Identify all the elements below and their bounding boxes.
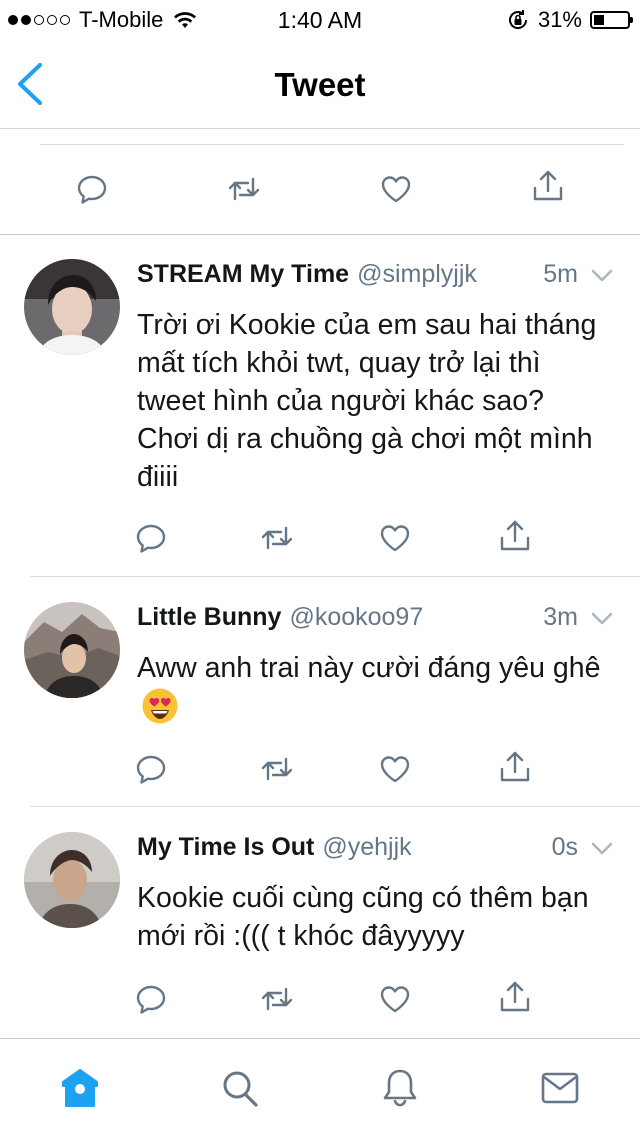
retweet-button[interactable] <box>260 752 294 786</box>
tab-search[interactable] <box>220 1067 260 1109</box>
avatar[interactable] <box>24 832 120 928</box>
heart-eyes-emoji <box>142 688 178 724</box>
rotation-lock-icon <box>508 10 527 29</box>
reply-tweet[interactable]: My Time Is Out @yehjjk 0s Kookie cuối cùn… <box>0 807 640 1037</box>
chevron-down-icon[interactable] <box>590 264 614 288</box>
timestamp: 0s <box>551 833 578 861</box>
retweet-button[interactable] <box>260 982 294 1016</box>
like-button[interactable] <box>378 521 412 555</box>
heart-icon <box>378 982 412 1016</box>
battery-tip <box>630 17 633 23</box>
status-bar: T-Mobile 1:40 AM 31% <box>0 0 640 40</box>
search-icon <box>223 1071 258 1107</box>
status-right: 31% <box>506 7 633 33</box>
notifications-icon <box>383 1069 417 1107</box>
retweet-icon <box>227 172 261 206</box>
avatar[interactable] <box>24 259 120 355</box>
tweet-header: Little Bunny @kookoo97 3m <box>137 603 614 637</box>
battery-icon <box>590 11 633 29</box>
timestamp: 5m <box>543 260 578 288</box>
share-icon <box>498 519 532 553</box>
retweet-icon <box>260 521 294 555</box>
main-tweet-actions <box>0 128 640 235</box>
tweet-text: Kookie cuối cùng cũng có thêm bạn mới rồ… <box>137 882 589 952</box>
display-name[interactable]: My Time Is Out <box>137 833 314 861</box>
tab-bar <box>0 1038 640 1137</box>
share-icon <box>498 750 532 784</box>
reply-tweet[interactable]: STREAM My Time @simplyjjk 5m Trời ơi Kook… <box>0 234 640 577</box>
retweet-button[interactable] <box>227 172 261 206</box>
username[interactable]: @kookoo97 <box>289 603 423 631</box>
avatar-image <box>24 602 120 698</box>
tweet-text: Trời ơi Kookie của em sau hai tháng mất … <box>137 309 597 493</box>
retweet-icon <box>260 982 294 1016</box>
like-button[interactable] <box>378 982 412 1016</box>
reply-button[interactable] <box>134 982 168 1016</box>
share-button[interactable] <box>498 750 532 784</box>
tweet-header: STREAM My Time @simplyjjk 5m <box>137 260 614 294</box>
reply-button[interactable] <box>75 172 109 206</box>
battery-percent: 31% <box>537 7 582 32</box>
heart-icon <box>378 752 412 786</box>
reply-icon <box>134 752 168 786</box>
chevron-down-icon[interactable] <box>590 837 614 861</box>
reply-icon <box>134 982 168 1016</box>
like-button[interactable] <box>378 752 412 786</box>
retweet-icon <box>260 752 294 786</box>
reply-button[interactable] <box>134 521 168 555</box>
share-icon <box>531 169 565 203</box>
timestamp: 3m <box>543 603 578 631</box>
retweet-button[interactable] <box>260 521 294 555</box>
share-button[interactable] <box>498 519 532 553</box>
chevron-down-icon[interactable] <box>590 607 614 631</box>
tweet-text-content: Aww anh trai này cười đáng yêu ghê <box>137 652 601 684</box>
tweet-header: My Time Is Out @yehjjk 0s <box>137 833 614 867</box>
reply-icon <box>75 172 109 206</box>
avatar-image <box>24 832 120 928</box>
tab-home[interactable] <box>60 1067 100 1109</box>
navigation-bar: Tweet <box>0 40 640 129</box>
tab-messages[interactable] <box>540 1067 580 1109</box>
share-button[interactable] <box>498 980 532 1014</box>
heart-icon <box>379 172 413 206</box>
avatar[interactable] <box>24 602 120 698</box>
divider <box>40 144 624 145</box>
share-icon <box>498 980 532 1014</box>
display-name[interactable]: Little Bunny <box>137 603 281 631</box>
home-icon <box>62 1069 98 1107</box>
heart-icon <box>378 521 412 555</box>
username[interactable]: @simplyjjk <box>357 260 477 288</box>
avatar-image <box>24 259 120 355</box>
tweet-text: Aww anh trai này cười đáng yêu ghê <box>137 649 612 727</box>
page-title: Tweet <box>274 66 366 103</box>
like-button[interactable] <box>379 172 413 206</box>
reply-tweet[interactable]: Little Bunny @kookoo97 3m Aww anh trai nà… <box>0 577 640 807</box>
display-name[interactable]: STREAM My Time <box>137 260 349 288</box>
tab-notifications[interactable] <box>380 1067 420 1109</box>
messages-icon <box>541 1072 579 1104</box>
battery-fill <box>594 15 604 25</box>
username[interactable]: @yehjjk <box>322 833 411 861</box>
reply-button[interactable] <box>134 752 168 786</box>
reply-icon <box>134 521 168 555</box>
share-button[interactable] <box>531 169 565 203</box>
